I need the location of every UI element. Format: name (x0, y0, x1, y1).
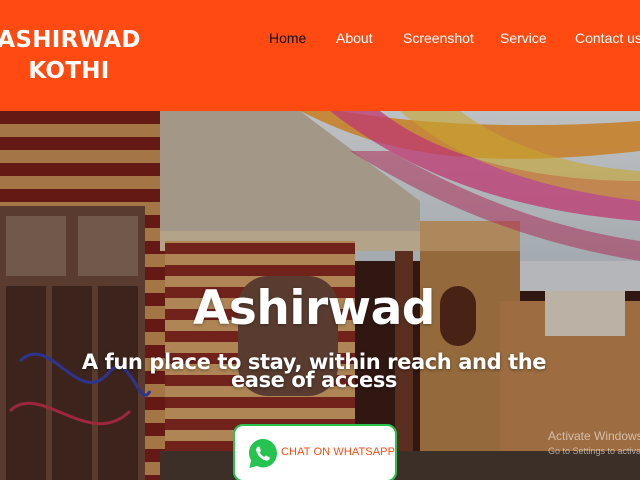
hero-section: Ashirwad A fun place to stay, within rea… (0, 111, 640, 480)
site-header: ASHIRWAD KOTHI Home About Screenshot Ser… (0, 0, 640, 111)
activate-windows-hint: Go to Settings to activate Windows. (548, 446, 640, 456)
whatsapp-button-label: CHAT ON WHATSAPP (281, 446, 396, 458)
main-nav: Home About Screenshot Service Contact us (0, 29, 640, 47)
activate-windows-watermark: Activate Windows Go to Settings to activ… (548, 428, 640, 458)
nav-service[interactable]: Service (500, 29, 547, 47)
logo-line-2: KOTHI (28, 58, 110, 84)
chat-on-whatsapp-button[interactable]: CHAT ON WHATSAPP (233, 424, 397, 480)
hero-subtitle: A fun place to stay, within reach and th… (81, 350, 547, 392)
nav-screenshot[interactable]: Screenshot (403, 29, 474, 47)
nav-contact-us[interactable]: Contact us (575, 29, 640, 47)
nav-about[interactable]: About (336, 29, 373, 47)
activate-windows-title: Activate Windows (548, 429, 640, 443)
whatsapp-icon (249, 439, 277, 468)
hero-title: Ashirwad (193, 281, 435, 336)
nav-home[interactable]: Home (269, 29, 306, 47)
